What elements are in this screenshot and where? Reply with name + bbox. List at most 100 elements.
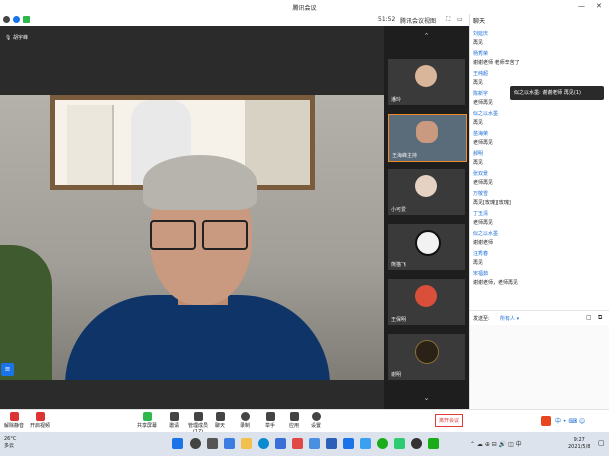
chat-text: 谢谢老师 老师辛苦了 — [473, 60, 520, 66]
hand-icon — [265, 412, 275, 421]
info-icon[interactable] — [3, 16, 10, 23]
camera-icon — [35, 412, 45, 421]
app-icon[interactable] — [326, 438, 337, 449]
participant-tile[interactable]: 王保明 — [388, 279, 465, 325]
input-method-icon[interactable] — [541, 416, 551, 426]
participant-tile[interactable]: 小可爱 — [388, 169, 465, 215]
chat-send-to: 发送至: 所有人 ▾ ▢ ⧉ — [470, 310, 609, 325]
share-screen-button[interactable]: 共享屏幕 — [135, 412, 159, 429]
raise-hand-button[interactable]: 举手 — [258, 412, 282, 429]
invite-label: 邀请 — [168, 423, 179, 429]
chat-sender: 汪秀春 — [473, 251, 489, 257]
clock-time: 9:27 — [573, 437, 585, 443]
avatar — [416, 121, 438, 143]
participant-tile-active[interactable]: 王海峰主持 — [388, 114, 467, 162]
signal-icon — [23, 16, 30, 23]
apps-button[interactable]: 应用 — [282, 412, 306, 429]
window-title: 腾讯会议 — [292, 5, 317, 12]
system-clock[interactable]: 9:27 2021/5/8 — [568, 437, 590, 451]
send-to-select[interactable]: 所有人 ▾ — [500, 315, 519, 322]
meeting-toolbar: 51:52 腾讯会议视图 ⛶ ▭ — [0, 14, 469, 26]
layout-icon[interactable]: ▭ — [457, 16, 463, 23]
send-to-label: 发送至: — [473, 316, 490, 322]
list-icon[interactable]: ≡ — [1, 363, 14, 376]
app-icon[interactable] — [428, 438, 439, 449]
mute-label: 解除静音 — [3, 423, 24, 429]
app-icon[interactable] — [360, 438, 371, 449]
app-icon[interactable] — [292, 438, 303, 449]
close-icon[interactable]: ✕ — [596, 2, 602, 10]
chat-sender: 苗海荣 — [473, 131, 489, 137]
fullscreen-icon[interactable]: ⛶ — [446, 16, 450, 24]
chat-text: 老师再见 — [473, 140, 494, 146]
chat-label: 聊天 — [214, 423, 225, 429]
chat-text: 再见 — [473, 120, 484, 126]
app-icon[interactable] — [275, 438, 286, 449]
speaker-video-feed — [0, 95, 384, 380]
record-label: 录制 — [239, 423, 250, 429]
apps-icon — [289, 412, 299, 421]
avatar — [415, 285, 437, 307]
speaker-name: 胡宇峰 — [12, 35, 28, 41]
shield-icon[interactable] — [13, 16, 20, 23]
chat-text: 再见 — [473, 260, 484, 266]
settings-label: 设置 — [310, 423, 321, 429]
folder-icon[interactable] — [241, 438, 252, 449]
participant-panel: ⌃ 潘玲 王海峰主持 小可爱 熊猫飞 王保明 谢明 ⌄ — [384, 26, 469, 409]
title-bar: 腾讯会议 — ✕ — [0, 0, 609, 14]
record-icon — [240, 412, 250, 421]
chat-sender: 刘延庆 — [473, 31, 489, 37]
windows-taskbar: 26°C 多云 ⌃ ☁ ⊕ ⊟ 🔊 ◫ 中 9:27 2021/5/8 ▢ — [0, 432, 609, 456]
chat-sender: 万敬雪 — [473, 191, 489, 197]
file-icon[interactable]: ▢ — [586, 314, 592, 321]
participant-name: 熊猫飞 — [391, 262, 407, 268]
main-video: 🎙 胡宇峰 ≡ — [0, 26, 384, 409]
settings-button[interactable]: 设置 — [304, 412, 328, 429]
participant-tile[interactable]: 潘玲 — [388, 59, 465, 105]
app-icon[interactable] — [394, 438, 405, 449]
video-button[interactable]: 开启视频 — [28, 412, 52, 429]
chat-sender: 王纯超 — [473, 71, 489, 77]
gear-icon — [311, 412, 321, 421]
scroll-up-icon[interactable]: ⌃ — [384, 32, 469, 40]
chat-icon — [215, 412, 225, 421]
notification-icon[interactable]: ▢ — [598, 439, 605, 447]
invite-icon — [169, 412, 179, 421]
participant-tile[interactable]: 熊猫飞 — [388, 224, 465, 270]
wechat-icon[interactable] — [377, 438, 388, 449]
chat-title: 聊天 — [473, 18, 486, 25]
share-label: 共享屏幕 — [136, 423, 157, 429]
weather-widget[interactable]: 26°C 多云 — [4, 436, 16, 450]
apps-label: 应用 — [288, 423, 299, 429]
mic-icon — [9, 412, 19, 421]
ime-toolbar[interactable]: 中 • ⌨ ☺ — [555, 416, 585, 425]
tencent-meeting-icon[interactable] — [343, 438, 354, 449]
invite-button[interactable]: 邀请 — [162, 412, 186, 429]
meeting-timer: 51:52 — [378, 16, 396, 23]
app-icon[interactable] — [411, 438, 422, 449]
chat-text: 老师再见 — [473, 220, 494, 226]
start-icon[interactable] — [172, 438, 183, 449]
minimize-icon[interactable]: — — [578, 2, 585, 10]
participant-tile[interactable]: 谢明 — [388, 334, 465, 380]
record-button[interactable]: 录制 — [233, 412, 257, 429]
edge-icon[interactable] — [258, 438, 269, 449]
weather-temp: 26°C — [4, 436, 17, 442]
meeting-controls: 解除静音 开启视频 共享屏幕 邀请 管理成员(17) 聊天 录制 举手 应用 设… — [0, 409, 469, 435]
widgets-icon[interactable] — [224, 438, 235, 449]
screenshot-icon[interactable]: ⧉ — [598, 314, 602, 322]
task-view-icon[interactable] — [207, 438, 218, 449]
chat-notification[interactable]: 似之以水墨: 谢谢老师 再见(1) — [510, 86, 604, 100]
app-icon[interactable] — [309, 438, 320, 449]
chat-panel: 刘延庆 再见 杨秀荣 谢谢老师 老师辛苦了 王纯超 再见 陈新宇 老师再见 似之… — [469, 26, 609, 409]
chat-input-field[interactable] — [470, 325, 609, 409]
chat-button[interactable]: 聊天 — [208, 412, 232, 429]
search-icon[interactable] — [190, 438, 201, 449]
leave-meeting-button[interactable]: 离开会议 — [435, 414, 463, 427]
scroll-down-icon[interactable]: ⌄ — [384, 394, 469, 402]
tray-icons[interactable]: ⌃ ☁ ⊕ ⊟ 🔊 ◫ 中 — [470, 439, 522, 448]
view-mode-button[interactable]: 腾讯会议视图 — [400, 16, 436, 25]
chat-sender: 似之以水墨 — [473, 111, 499, 117]
participant-name: 王海峰主持 — [392, 153, 418, 159]
mute-button[interactable]: 解除静音 — [2, 412, 26, 429]
